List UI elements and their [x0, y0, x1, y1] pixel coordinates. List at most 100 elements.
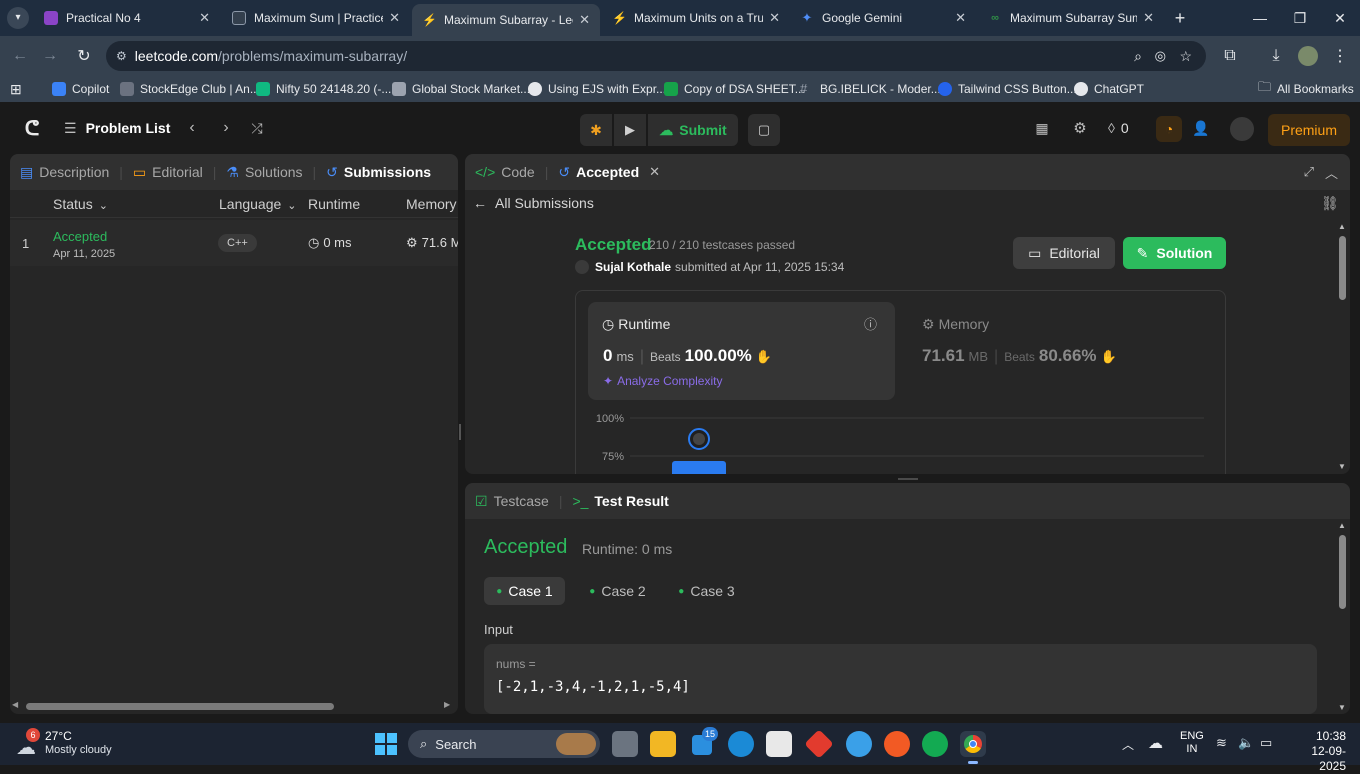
- editorial-button[interactable]: ▭ Editorial: [1013, 237, 1115, 269]
- browser-tab[interactable]: ✦ Google Gemini ✕: [790, 0, 976, 36]
- forward-arrow-icon[interactable]: →: [36, 36, 64, 76]
- tab-description[interactable]: ▤ Description: [10, 154, 119, 190]
- bookmark[interactable]: # BG.IBELICK - Moder...: [800, 76, 941, 102]
- vscode-icon[interactable]: 15: [690, 727, 718, 757]
- bookmark[interactable]: Using EJS with Expr...: [528, 76, 666, 102]
- tab-editorial[interactable]: ▭ Editorial: [123, 154, 213, 190]
- case-tab-1[interactable]: ● Case 1: [484, 577, 565, 605]
- streak-counter[interactable]: ◊ 0: [1108, 118, 1129, 138]
- site-info-icon[interactable]: ⚙: [116, 49, 127, 63]
- add-friend-icon[interactable]: 👤: [1190, 118, 1212, 138]
- tab-submissions[interactable]: ↺ Submissions: [316, 154, 441, 190]
- profile-avatar[interactable]: [1294, 36, 1322, 76]
- tab-code[interactable]: </> Code: [465, 154, 545, 190]
- table-row[interactable]: 1 Accepted Apr 11, 2025 C++ ◷ 0 ms ⚙ 71.6 …: [10, 220, 458, 266]
- close-icon[interactable]: ✕: [649, 164, 660, 180]
- shuffle-icon[interactable]: ⤮: [246, 116, 268, 140]
- eye-slash-icon[interactable]: ◎: [1155, 48, 1166, 64]
- tab-testcase[interactable]: ☑ Testcase: [465, 483, 559, 519]
- new-tab-button[interactable]: +: [1160, 0, 1200, 36]
- bookmark[interactable]: Copy of DSA SHEET...: [664, 76, 805, 102]
- scroll-left-arrow[interactable]: ◀: [12, 700, 22, 710]
- horizontal-scrollbar[interactable]: [26, 703, 334, 710]
- close-window-button[interactable]: ✕: [1320, 0, 1360, 36]
- case-tab-3[interactable]: ● Case 3: [666, 577, 747, 605]
- prev-problem-button[interactable]: ‹: [182, 116, 202, 140]
- vertical-scrollbar[interactable]: [1339, 535, 1346, 609]
- task-view-icon[interactable]: [612, 731, 638, 757]
- info-icon[interactable]: ⓘ: [864, 314, 877, 333]
- browser-tab[interactable]: Practical No 4 ✕: [34, 0, 220, 36]
- minimize-button[interactable]: —: [1240, 0, 1280, 36]
- address-bar[interactable]: ⚙ leetcode.com/problems/maximum-subarray…: [106, 41, 1206, 71]
- chevron-up-icon[interactable]: ︿: [1122, 736, 1134, 753]
- git-icon[interactable]: [804, 729, 834, 759]
- close-icon[interactable]: ✕: [1143, 10, 1154, 26]
- runtime-card[interactable]: ◷ Runtime ⓘ 0 ms | Beats 100.00% ✋ ✦ Analy…: [588, 302, 895, 400]
- browser-tab[interactable]: ⚡ Maximum Units on a Truck ✕: [602, 0, 790, 36]
- close-icon[interactable]: ✕: [389, 10, 400, 26]
- reload-icon[interactable]: ↻: [70, 36, 98, 76]
- run-button[interactable]: ▶: [614, 114, 646, 146]
- submit-button[interactable]: ☁ Submit: [648, 114, 738, 146]
- language-indicator[interactable]: ENG IN: [1180, 730, 1204, 756]
- panel-splitter[interactable]: [459, 424, 461, 440]
- column-language[interactable]: Language ⌄: [219, 196, 297, 212]
- leetcode-logo-icon[interactable]: ᕦ: [20, 116, 44, 140]
- notes-icon[interactable]: ▢: [748, 114, 780, 146]
- vertical-scrollbar[interactable]: [1339, 236, 1346, 300]
- battery-icon[interactable]: ▭: [1260, 735, 1272, 751]
- wifi-icon[interactable]: ≋: [1216, 735, 1227, 751]
- scroll-down-arrow[interactable]: ▼: [1338, 703, 1346, 712]
- onedrive-icon[interactable]: ☁: [1148, 734, 1163, 752]
- all-submissions-link[interactable]: ← All Submissions: [473, 195, 594, 211]
- tab-search-button[interactable]: ▾: [2, 0, 34, 36]
- memory-card[interactable]: ⚙ Memory 71.61 MB | Beats 80.66% ✋: [910, 302, 1217, 400]
- volume-icon[interactable]: 🔈: [1238, 735, 1254, 751]
- microsoft-store-icon[interactable]: [766, 731, 792, 757]
- username[interactable]: Sujal Kothale: [595, 260, 671, 274]
- debug-icon[interactable]: ✱: [580, 114, 612, 146]
- star-icon[interactable]: ☆: [1179, 48, 1192, 65]
- browser-tab[interactable]: Maximum Sum | Practice P ✕: [222, 0, 410, 36]
- user-avatar[interactable]: [575, 260, 589, 274]
- python-icon[interactable]: [846, 731, 872, 757]
- browser-tab-active[interactable]: ⚡ Maximum Subarray - LeetC ✕: [412, 4, 600, 36]
- browser-tab[interactable]: ∞ Maximum Subarray Sum - ✕: [978, 0, 1164, 36]
- start-button[interactable]: [373, 731, 399, 757]
- edge-icon[interactable]: [728, 731, 754, 757]
- extensions-icon[interactable]: ⧉: [1216, 36, 1244, 76]
- file-explorer-icon[interactable]: [650, 731, 676, 757]
- tab-solutions[interactable]: ⚗ Solutions: [216, 154, 312, 190]
- bookmark[interactable]: Tailwind CSS Button...: [938, 76, 1077, 102]
- weather-widget[interactable]: ☁ 6: [16, 728, 42, 759]
- gear-icon[interactable]: ⚙: [1070, 118, 1090, 138]
- next-problem-button[interactable]: ›: [216, 116, 236, 140]
- restore-button[interactable]: ❐: [1280, 0, 1320, 36]
- zoom-icon[interactable]: ⌕: [1134, 48, 1142, 65]
- scroll-up-arrow[interactable]: ▲: [1338, 521, 1346, 530]
- bookmark[interactable]: StockEdge Club | An...: [120, 76, 260, 102]
- back-arrow-icon[interactable]: ←: [6, 36, 34, 76]
- avatar[interactable]: [1230, 117, 1254, 141]
- bookmark[interactable]: ChatGPT: [1074, 76, 1144, 102]
- maximize-icon[interactable]: ⤢: [1304, 164, 1314, 180]
- scroll-up-arrow[interactable]: ▲: [1338, 222, 1346, 231]
- chrome-icon[interactable]: [960, 731, 986, 757]
- bookmark[interactable]: Global Stock Market...: [392, 76, 530, 102]
- close-icon[interactable]: ✕: [769, 10, 780, 26]
- link-icon[interactable]: ⛓: [1321, 195, 1339, 212]
- case-tab-2[interactable]: ● Case 2: [577, 577, 658, 605]
- close-icon[interactable]: ✕: [955, 10, 966, 26]
- bookmark[interactable]: Nifty 50 24148.20 (-...: [256, 76, 391, 102]
- solution-button[interactable]: ✎ Solution: [1123, 237, 1226, 269]
- scroll-down-arrow[interactable]: ▼: [1338, 462, 1346, 471]
- column-status[interactable]: Status ⌄: [53, 196, 108, 212]
- menu-icon[interactable]: ⋮: [1326, 36, 1354, 76]
- status-accepted[interactable]: Accepted: [53, 229, 107, 244]
- chevron-up-icon[interactable]: ︿: [1325, 163, 1338, 182]
- postman-icon[interactable]: [884, 731, 910, 757]
- apps-grid-icon[interactable]: ⊞: [10, 76, 26, 102]
- download-icon[interactable]: ⤓: [1262, 36, 1290, 76]
- mongodb-icon[interactable]: [922, 731, 948, 757]
